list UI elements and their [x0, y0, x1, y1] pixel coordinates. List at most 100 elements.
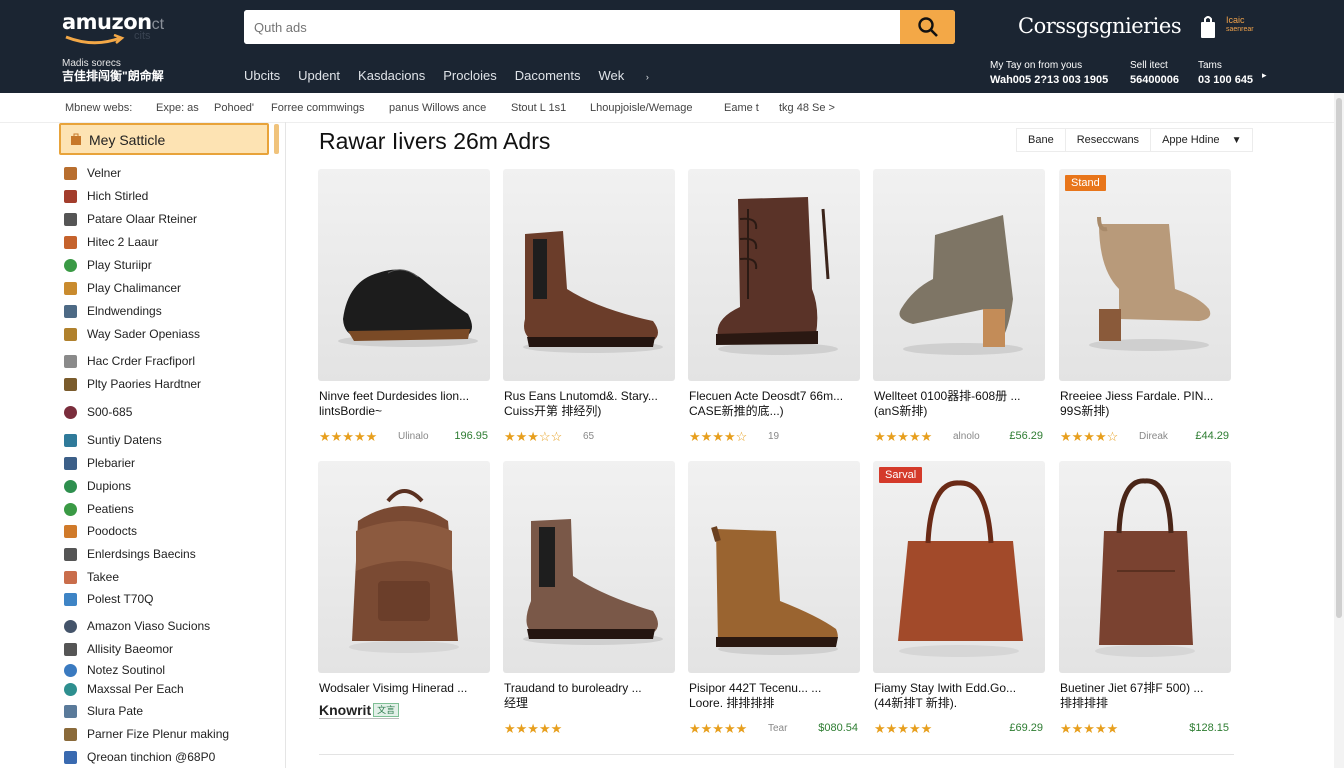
nav-item[interactable]: Procloies — [443, 68, 496, 83]
sidebar-item[interactable]: Dupions — [64, 477, 131, 495]
scrollbar-thumb[interactable] — [1336, 98, 1342, 618]
rating-stars[interactable]: ★★★★☆ — [1060, 429, 1118, 445]
sidebar-item[interactable]: Qreoan tinchion @68P0 — [64, 748, 215, 766]
product-image[interactable] — [688, 461, 860, 673]
nav-item[interactable]: Dacoments — [515, 68, 581, 83]
product-title[interactable]: Ninve feet Durdesides lion... lintsBordie… — [319, 389, 491, 421]
subnav-link[interactable]: Stout L 1s1 — [511, 102, 566, 114]
rating-stars[interactable]: ★★★★★ — [689, 721, 747, 737]
rating-count[interactable]: 65 — [583, 431, 594, 442]
rating-stars[interactable]: ★★★★★ — [504, 721, 562, 737]
sidebar-item[interactable]: Maxssal Per Each — [64, 680, 184, 698]
sidebar-item[interactable]: Peatiens — [64, 500, 134, 518]
product-card[interactable]: Buetiner Jiet 67排F 500) ... 排排排排 ★★★★★ $128… — [1059, 461, 1233, 746]
sidebar-item[interactable]: Polest T70Q — [64, 590, 153, 608]
deliver-to[interactable]: Madis sorecs 吉佳排闯衡"朗命解 — [62, 57, 164, 83]
rating-stars[interactable]: ★★★★★ — [874, 429, 932, 445]
subnav-link[interactable]: Lhoupjoisle/Wemage — [590, 102, 693, 114]
subnav-link[interactable]: tkg 48 Se > — [779, 102, 835, 114]
rating-count[interactable]: 19 — [768, 431, 779, 442]
brand-right[interactable]: Corssgsgnieries — [1018, 14, 1182, 38]
product-title[interactable]: Rus Eans Lnutomd&. Stary... Cuiss开第 排经列) — [504, 389, 676, 421]
subnav-link[interactable]: Eame t — [724, 102, 759, 114]
caret-right-icon[interactable]: ▸ — [1262, 70, 1267, 81]
sidebar-item[interactable]: Plebarier — [64, 454, 135, 472]
product-card[interactable]: Stand Rreeiee Jiess Fardale. PIN... 99S新排)… — [1059, 169, 1233, 454]
sidebar-item[interactable]: S00-685 — [64, 403, 132, 421]
sidebar-item[interactable]: Poodocts — [64, 522, 137, 540]
account-menu[interactable]: My Tay on from yous Wah005 2?13 003 1905 — [990, 59, 1108, 88]
product-image[interactable] — [873, 169, 1045, 381]
product-title[interactable]: Fiamy Stay Iwith Edd.Go... (44新排T 新排). — [874, 681, 1046, 713]
logo[interactable]: amuzonct cits — [62, 10, 182, 50]
nav-item[interactable]: Wek › — [598, 68, 648, 83]
rating-count[interactable]: Direak — [1139, 431, 1168, 442]
sidebar-item[interactable]: Takee — [64, 568, 119, 586]
sort-option[interactable]: Reseccwans — [1066, 129, 1152, 151]
rating-count[interactable]: alnolo — [953, 431, 980, 442]
product-card[interactable]: Rus Eans Lnutomd&. Stary... Cuiss开第 排经列) ★… — [503, 169, 677, 454]
product-title[interactable]: Traudand to buroleadry ... 经理 — [504, 681, 676, 713]
rating-stars[interactable]: ★★★☆☆ — [504, 429, 562, 445]
product-image[interactable] — [318, 169, 490, 381]
nav-item[interactable]: Updent — [298, 68, 340, 83]
sidebar-item[interactable]: Slura Pate — [64, 702, 143, 720]
nav-item[interactable]: Ubcits — [244, 68, 280, 83]
subnav-link[interactable]: panus Willows ance — [389, 102, 486, 114]
rating-count[interactable]: Tear — [768, 723, 787, 734]
sidebar-item[interactable]: Velner — [64, 164, 121, 182]
sidebar-item[interactable]: Hich Stirled — [64, 187, 148, 205]
product-card[interactable]: Traudand to buroleadry ... 经理 ★★★★★ — [503, 461, 677, 746]
product-title[interactable]: Wellteet 0100器排-608册 ... (anS新排) — [874, 389, 1046, 421]
subnav-link[interactable]: Expe: as — [156, 102, 199, 114]
page-scrollbar[interactable] — [1334, 93, 1344, 768]
sidebar-item[interactable]: Parner Fize Plenur making — [64, 725, 229, 743]
product-title[interactable]: Rreeiee Jiess Fardale. PIN... 99S新排) — [1060, 389, 1232, 421]
product-image[interactable] — [688, 169, 860, 381]
sidebar-item[interactable]: Play Chalimancer — [64, 279, 181, 297]
rating-stars[interactable]: ★★★★☆ — [689, 429, 747, 445]
rating-stars[interactable]: ★★★★★ — [1060, 721, 1118, 737]
product-title[interactable]: Flecuen Acte Deosdt7 66m... CASE新推的底...) — [689, 389, 861, 421]
sidebar-item[interactable]: Allisity Baeomor — [64, 640, 173, 658]
sidebar-item[interactable]: Plty Paories Hardtner — [64, 375, 201, 393]
sidebar-item[interactable]: Hitec 2 Laaur — [64, 233, 158, 251]
product-card[interactable]: Wellteet 0100器排-608册 ... (anS新排) ★★★★★ alno… — [873, 169, 1047, 454]
nav-item[interactable]: Kasdacions — [358, 68, 425, 83]
returns-menu[interactable]: Tams 03 100 645 — [1198, 59, 1253, 88]
product-image[interactable] — [503, 461, 675, 673]
rating-stars[interactable]: ★★★★★ — [874, 721, 932, 737]
sidebar-header[interactable]: Mey Satticle — [59, 123, 269, 155]
sidebar-item[interactable]: Elndwendings — [64, 302, 162, 320]
product-title[interactable]: Pisipor 442T Tecenu... ... Loore. 排排排排 — [689, 681, 861, 713]
subnav-link[interactable]: Forree commwings — [271, 102, 365, 114]
product-card[interactable]: Pisipor 442T Tecenu... ... Loore. 排排排排 ★★★… — [688, 461, 862, 746]
rating-stars[interactable]: ★★★★★ — [319, 429, 377, 445]
search-button[interactable] — [900, 10, 955, 44]
product-image[interactable] — [873, 461, 1045, 673]
sidebar-scroll-thumb[interactable] — [274, 124, 279, 154]
product-card[interactable]: Wodsaler Visimg Hinerad ... Knowrit 文言 — [318, 461, 492, 746]
product-image[interactable] — [1059, 461, 1231, 673]
product-card[interactable]: Ninve feet Durdesides lion... lintsBordie… — [318, 169, 492, 454]
subnav-link[interactable]: Mbnew webs: — [65, 102, 132, 114]
sort-option[interactable]: Bane — [1017, 129, 1066, 151]
cart-label[interactable]: Icaic saenrear — [1226, 15, 1254, 35]
orders-menu[interactable]: Sell itect 56400006 — [1130, 59, 1179, 88]
product-image[interactable] — [503, 169, 675, 381]
sidebar-item[interactable]: Hac Crder Fracfiporl — [64, 352, 195, 370]
product-image[interactable] — [318, 461, 490, 673]
product-title[interactable]: Buetiner Jiet 67排F 500) ... 排排排排 — [1060, 681, 1232, 713]
sidebar-item[interactable]: Play Sturiipr — [64, 256, 152, 274]
sort-dropdown[interactable]: Appe Hdine ▼ — [1151, 129, 1252, 151]
sidebar-item[interactable]: Enlerdsings Baecins — [64, 545, 196, 563]
search-input[interactable] — [244, 10, 900, 44]
product-image[interactable] — [1059, 169, 1231, 381]
rating-count[interactable]: Ulinalo — [398, 431, 429, 442]
product-card[interactable]: Flecuen Acte Deosdt7 66m... CASE新推的底...) ★… — [688, 169, 862, 454]
sidebar-item[interactable]: Way Sader Openiass — [64, 325, 200, 343]
sidebar-item[interactable]: Notez Soutinol — [64, 661, 165, 679]
sidebar-item[interactable]: Suntiy Datens — [64, 431, 162, 449]
product-card[interactable]: Sarval Fiamy Stay Iwith Edd.Go... (44新排T 新… — [873, 461, 1047, 746]
sidebar-item[interactable]: Patare Olaar Rteiner — [64, 210, 197, 228]
